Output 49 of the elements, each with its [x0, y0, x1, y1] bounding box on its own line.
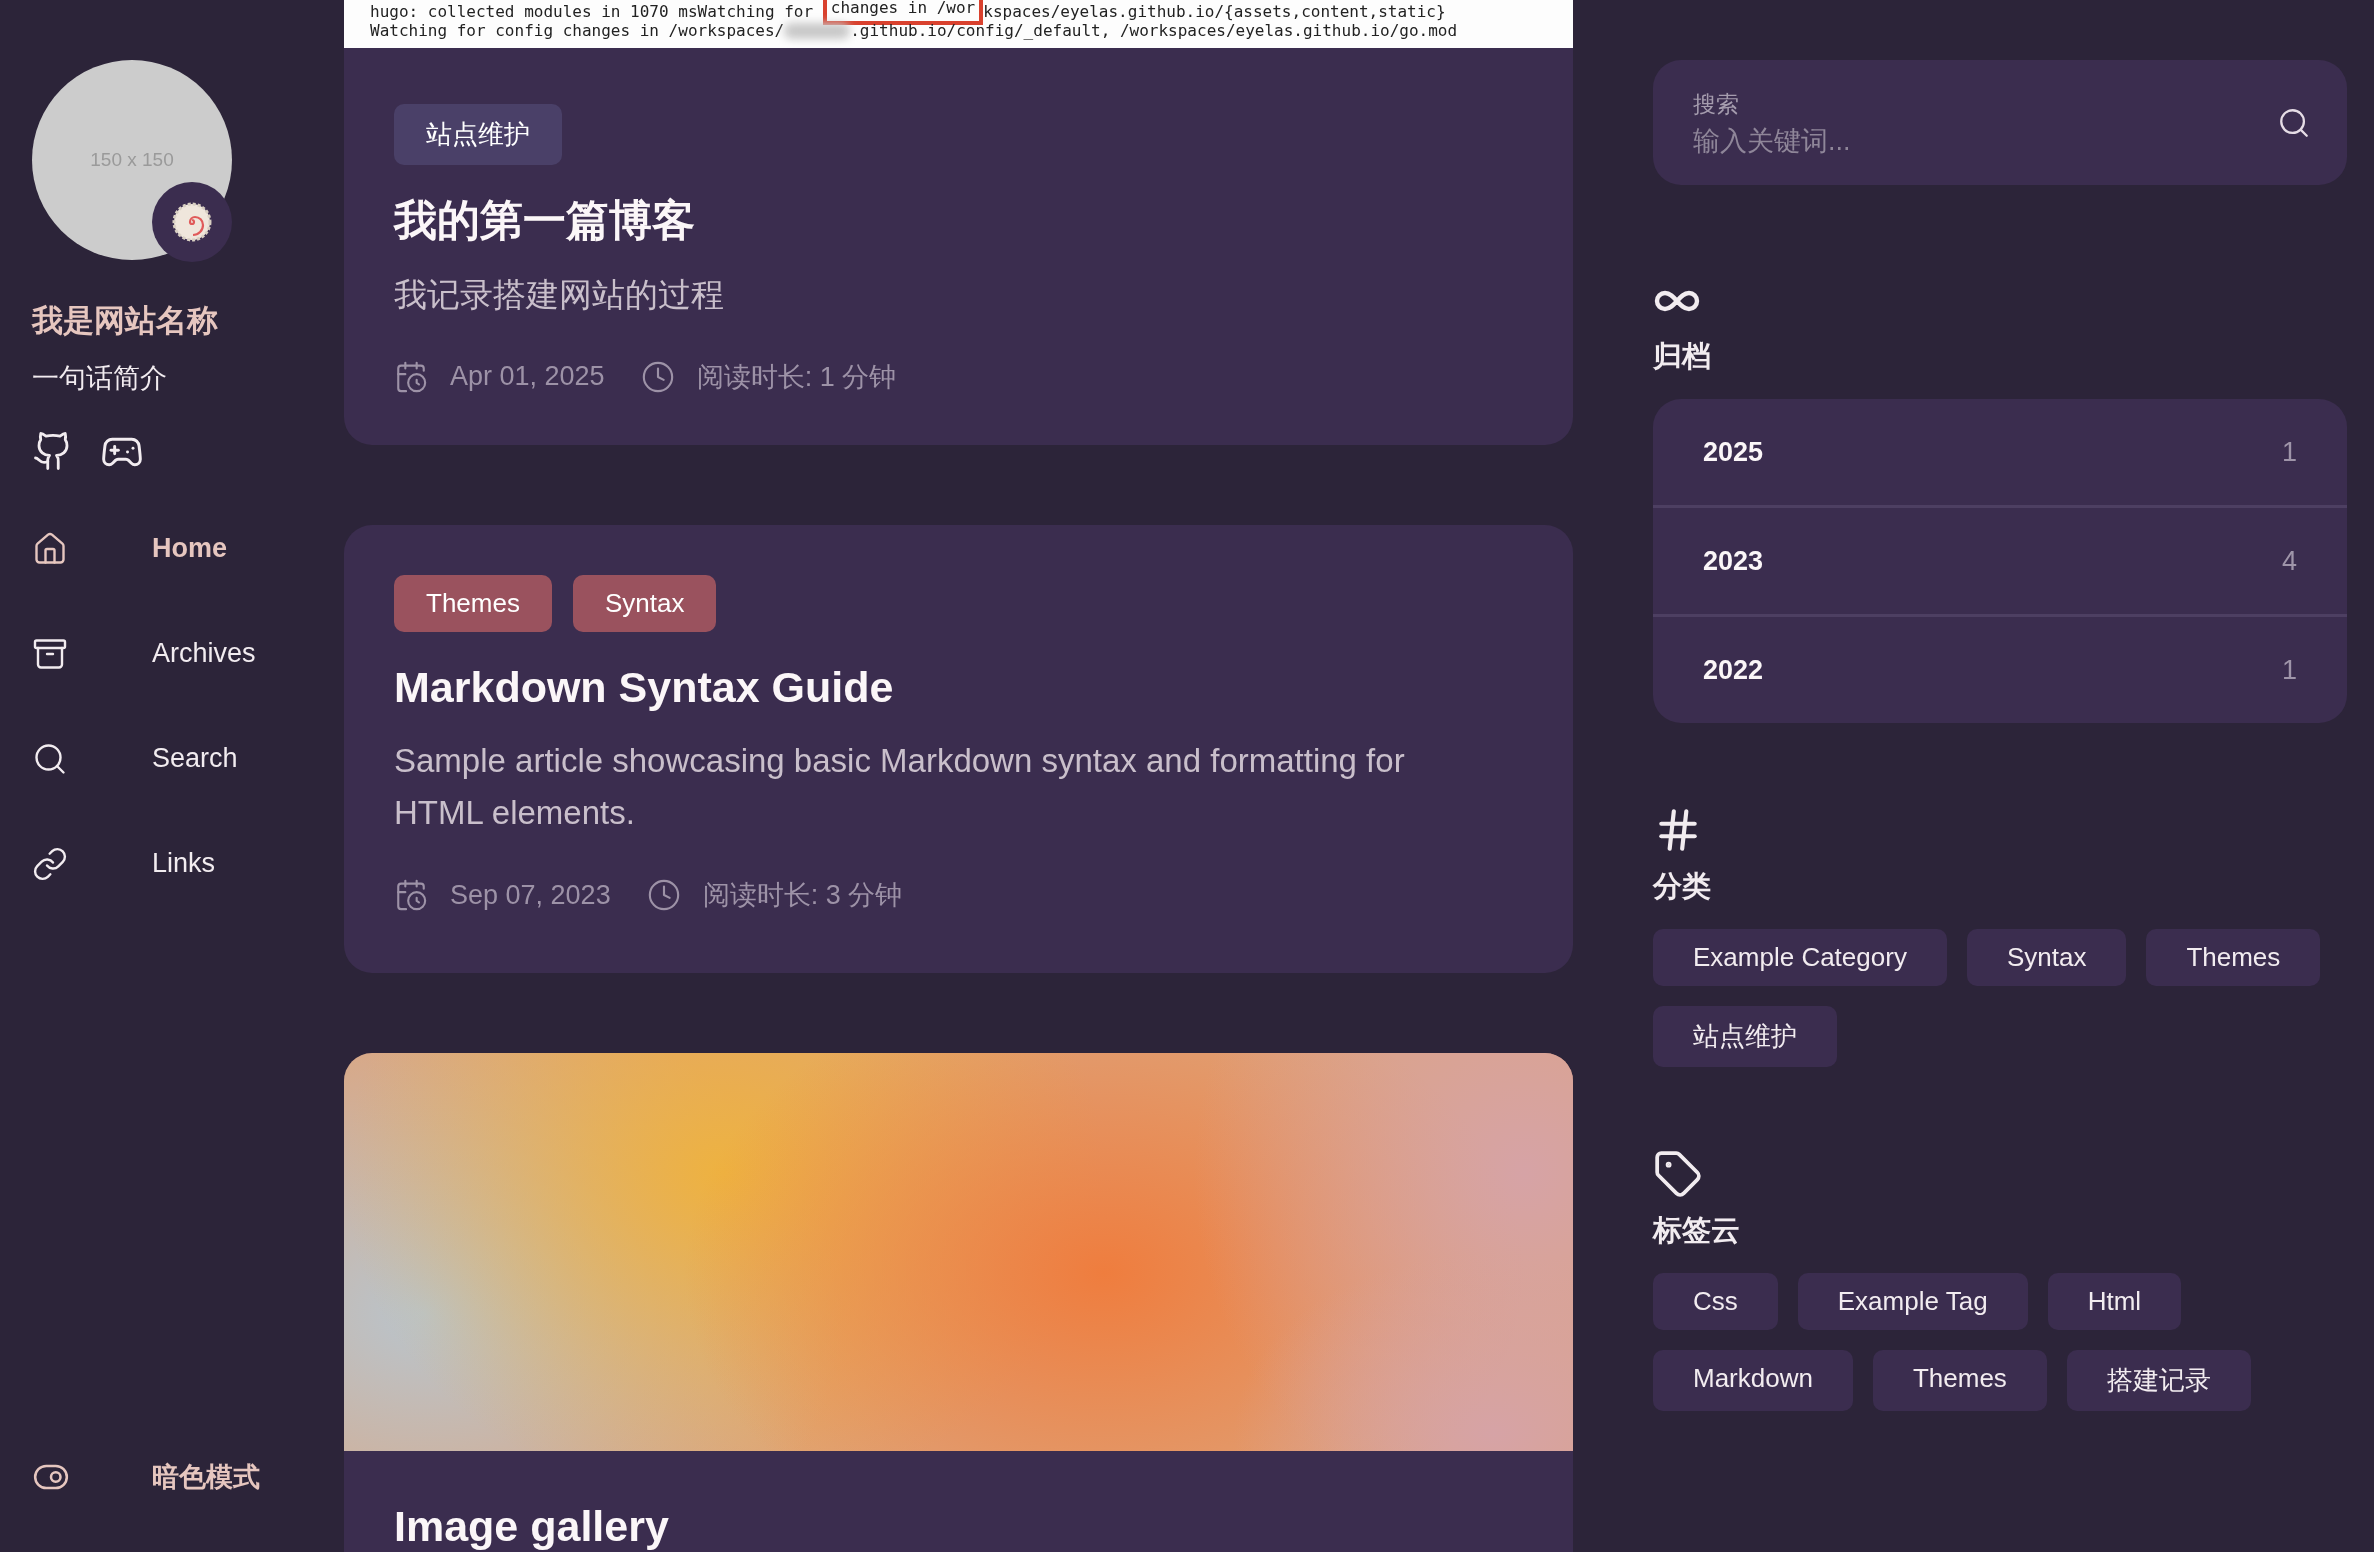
terminal-text: Watching for config changes in /workspaces/ [370, 21, 785, 40]
post-title[interactable]: Image gallery [394, 1501, 1523, 1552]
post-date: Sep 07, 2023 [450, 879, 611, 911]
site-name: 我是网站名称 [32, 302, 219, 340]
reading-time: 阅读时长: 3 分钟 [702, 879, 903, 913]
blurred-text [784, 23, 851, 39]
calendar-icon [394, 359, 428, 394]
nav-item[interactable]: Archives [32, 601, 302, 706]
nav-item[interactable]: Home [32, 496, 302, 601]
calendar-icon [394, 878, 428, 913]
category-chip[interactable]: 站点维护 [394, 104, 562, 165]
tag-chip[interactable]: 搭建记录 [2066, 1350, 2251, 1411]
category-chip[interactable]: Example Category [1653, 929, 1947, 986]
archive-year-item[interactable]: 2025 1 [1653, 399, 2347, 505]
nav-item[interactable]: Search [32, 706, 302, 811]
search-label: 搜索 [1693, 89, 1740, 119]
section-title: 分类 [1653, 869, 1712, 904]
archive-year-item[interactable]: 2022 1 [1653, 614, 2347, 723]
clock-icon [640, 359, 675, 394]
archive-year-item[interactable]: 2023 4 [1653, 505, 2347, 614]
nav-item[interactable]: Links [32, 811, 302, 916]
dark-mode-toggle[interactable]: 暗色模式 [32, 1458, 302, 1496]
category-chip[interactable]: 站点维护 [1653, 1006, 1837, 1067]
clock-icon [646, 878, 681, 913]
tag-chip[interactable]: Css [1653, 1273, 1778, 1330]
nav-icon [32, 845, 68, 882]
site-tagline: 一句话简介 [32, 362, 168, 395]
category-chip[interactable]: Syntax [1966, 929, 2127, 986]
category-chip[interactable]: Themes [2146, 929, 2321, 986]
terminal-text: hugo: collected modules in 1070 msWatching for [370, 2, 815, 21]
post-description: 我记录搭建网站的过程 [394, 274, 725, 315]
nav-icon [32, 530, 68, 567]
tag-chip[interactable]: Themes [1872, 1350, 2047, 1411]
terminal-text: kspaces/eyelas.github.io/{assets,content,static} [983, 2, 1446, 21]
section-title: 标签云 [1653, 1213, 1741, 1248]
post-title[interactable]: Markdown Syntax Guide [394, 661, 1523, 714]
category-chip[interactable]: Themes [394, 574, 552, 632]
tag-chip[interactable]: Markdown [1653, 1350, 1853, 1411]
search-input[interactable]: 输入关键词... [1693, 125, 2277, 157]
post-description: Sample article showcasing basic Markdown syntax and formatting for HTML elements. [394, 741, 1406, 834]
post-title[interactable]: 我的第一篇博客 [394, 195, 1523, 247]
reading-time: 阅读时长: 1 分钟 [696, 360, 897, 394]
swirl-icon [172, 202, 212, 242]
category-chip[interactable]: Syntax [572, 574, 717, 632]
section-title: 归档 [1653, 339, 1712, 374]
tag-chip[interactable]: Html [2047, 1273, 2182, 1330]
post-date: Apr 01, 2025 [450, 361, 605, 393]
tag-icon [1653, 1149, 1703, 1199]
tag-chip[interactable]: Example Tag [1797, 1273, 2028, 1330]
